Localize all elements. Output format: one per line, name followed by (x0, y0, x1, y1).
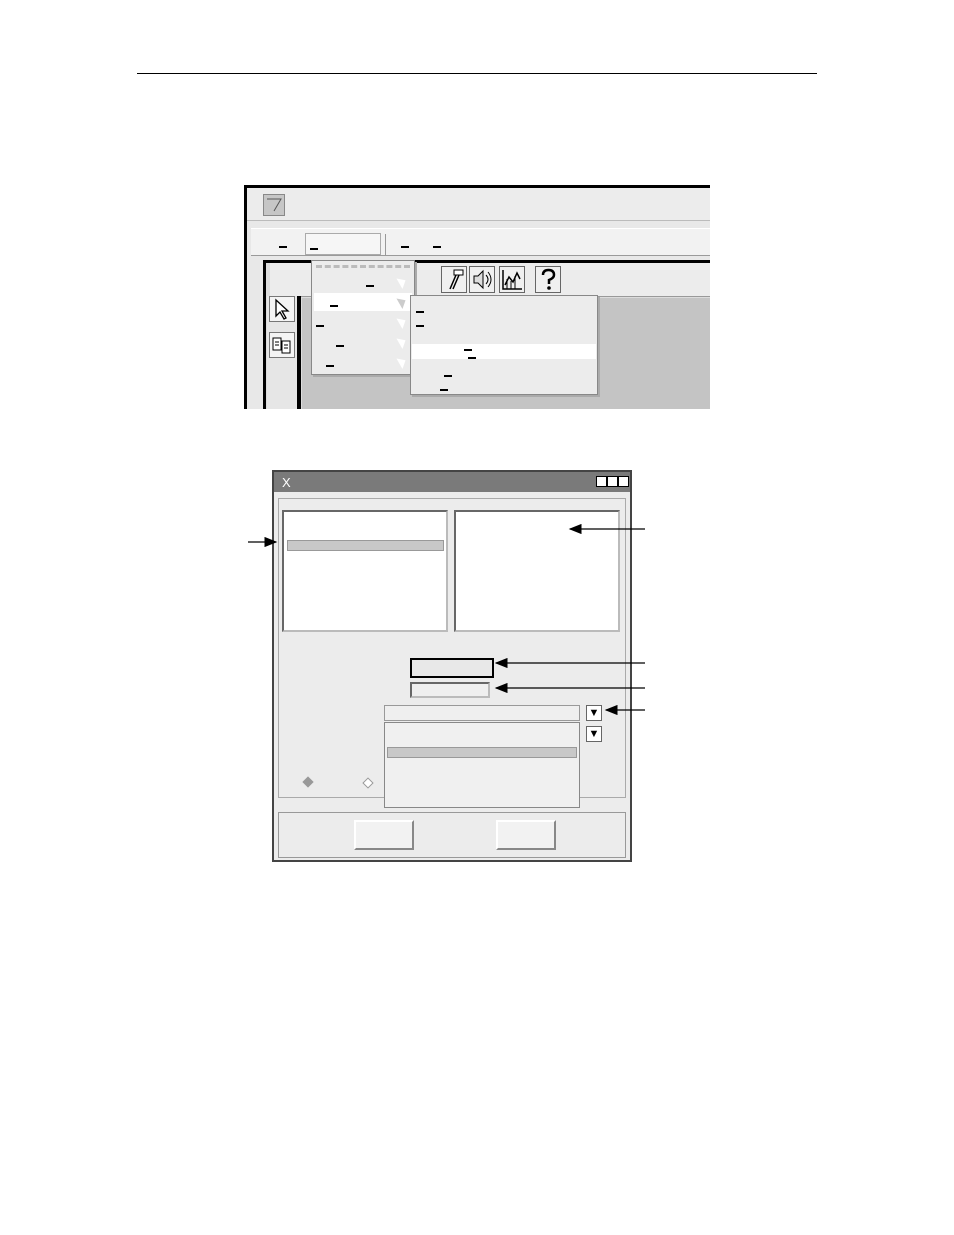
callout-arrows (248, 523, 645, 716)
